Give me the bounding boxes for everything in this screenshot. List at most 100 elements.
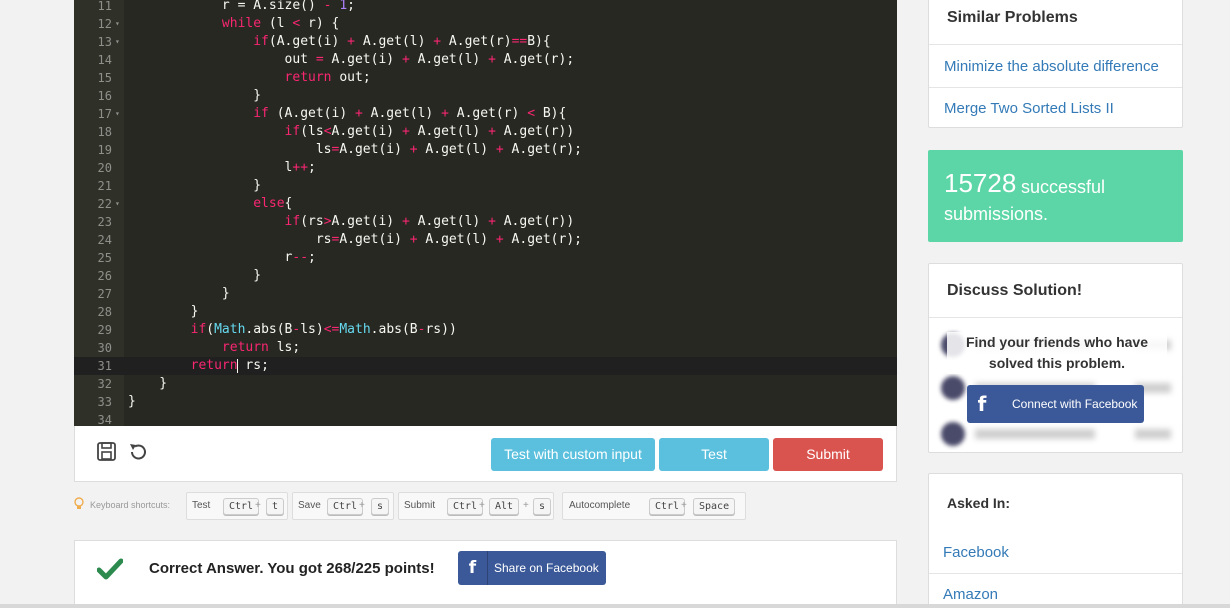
find-friends-text: Find your friends who have solved this p…: [947, 332, 1167, 374]
code-editor[interactable]: 11 r = A.size() - 1; 12 ▾ while (l < r) {1…: [74, 0, 897, 426]
key-cap: s: [533, 498, 552, 515]
fold-arrow-icon[interactable]: ▾: [115, 33, 120, 51]
line-number: 12: [97, 17, 112, 31]
submission-count: 15728: [944, 168, 1017, 198]
code-line[interactable]: 23 if(rs>A.get(i) + A.get(l) + A.get(r)): [74, 213, 897, 231]
line-number: 21: [97, 179, 112, 193]
code-line[interactable]: 13 ▾ if(A.get(i) + A.get(l) + A.get(r)==B…: [74, 33, 897, 51]
code-text: if(rs>A.get(i) + A.get(l) + A.get(r)): [284, 214, 575, 229]
connect-facebook-button[interactable]: f Connect with Facebook: [967, 385, 1144, 423]
code-line[interactable]: 15 return out;: [74, 69, 897, 87]
code-text: if (A.get(i) + A.get(l) + A.get(r) < B){: [253, 106, 567, 121]
key-cap: Ctrl: [649, 498, 686, 515]
code-text: r = A.size() - 1;: [128, 0, 355, 13]
line-number: 11: [97, 0, 112, 13]
plus-sign: +: [479, 500, 485, 511]
line-number: 13: [97, 35, 112, 49]
code-line[interactable]: 17 ▾ if (A.get(i) + A.get(l) + A.get(r) <…: [74, 105, 897, 123]
fold-arrow-icon[interactable]: ▾: [115, 15, 120, 33]
code-text: }: [128, 304, 199, 319]
code-text: rs=A.get(i) + A.get(l) + A.get(r);: [128, 232, 582, 247]
editor-action-bar: Test with custom input Test Submit: [74, 426, 897, 482]
code-text: if(ls<A.get(i) + A.get(l) + A.get(r)): [284, 124, 575, 139]
fold-arrow-icon[interactable]: ▾: [115, 195, 120, 213]
line-number: 26: [97, 269, 112, 283]
key-cap: s: [371, 498, 390, 515]
key-cap: Ctrl: [327, 498, 364, 515]
line-number: 31: [97, 359, 112, 373]
code-line[interactable]: 20 l++;: [74, 159, 897, 177]
lightbulb-icon: [74, 497, 84, 511]
result-message: Correct Answer. You got 268/225 points!: [149, 560, 435, 577]
divider: [929, 87, 1182, 88]
code-line[interactable]: 30 return ls;: [74, 339, 897, 357]
code-line[interactable]: 32 }: [74, 375, 897, 393]
asked-in-title: Asked In:: [947, 495, 1011, 511]
facebook-icon: f: [977, 392, 987, 416]
shortcuts-title: Keyboard shortcuts:: [90, 500, 171, 510]
code-text: return ls;: [221, 340, 301, 355]
code-line[interactable]: 14 out = A.get(i) + A.get(l) + A.get(r);: [74, 51, 897, 69]
discuss-panel: Discuss Solution! Find your friends who …: [928, 263, 1183, 453]
viewport-edge: [0, 604, 1230, 608]
code-line[interactable]: 26 }: [74, 267, 897, 285]
company-link[interactable]: Amazon: [943, 586, 998, 603]
key-cap: Ctrl: [223, 498, 260, 515]
submission-stats: 15728 successful submissions.: [928, 150, 1183, 242]
test-button[interactable]: Test: [659, 438, 769, 471]
line-number: 32: [97, 377, 112, 391]
code-text: while (l < r) {: [221, 16, 340, 31]
similar-problems-title: Similar Problems: [947, 9, 1078, 26]
code-line[interactable]: 29 if(Math.abs(B-ls)<=Math.abs(B-rs)): [74, 321, 897, 339]
code-line[interactable]: 11 r = A.size() - 1;: [74, 0, 897, 15]
code-text: if(A.get(i) + A.get(l) + A.get(r)==B){: [253, 34, 551, 49]
divider: [929, 317, 1182, 318]
fold-arrow-icon[interactable]: ▾: [115, 105, 120, 123]
connect-facebook-label: Connect with Facebook: [1012, 397, 1138, 411]
code-line[interactable]: 21 }: [74, 177, 897, 195]
code-line[interactable]: 31 return rs;: [74, 357, 897, 375]
line-number: 24: [97, 233, 112, 247]
share-facebook-button[interactable]: f Share on Facebook: [458, 551, 606, 585]
submit-button[interactable]: Submit: [773, 438, 883, 471]
line-number: 23: [97, 215, 112, 229]
divider: [929, 44, 1182, 45]
code-text: }: [128, 376, 168, 391]
code-line[interactable]: 12 ▾ while (l < r) {: [74, 15, 897, 33]
line-number: 27: [97, 287, 112, 301]
line-number: 33: [97, 395, 112, 409]
plus-sign: +: [255, 500, 261, 511]
code-line[interactable]: 22 ▾ else{: [74, 195, 897, 213]
divider: [929, 573, 1182, 574]
code-text: ls=A.get(i) + A.get(l) + A.get(r);: [128, 142, 582, 157]
reset-icon[interactable]: [127, 441, 149, 463]
code-text: }: [128, 394, 136, 409]
checkmark-icon: [96, 557, 124, 581]
save-icon[interactable]: [96, 441, 118, 463]
code-line[interactable]: 18 if(ls<A.get(i) + A.get(l) + A.get(r)): [74, 123, 897, 141]
line-number: 29: [97, 323, 112, 337]
code-line[interactable]: 16 }: [74, 87, 897, 105]
test-custom-input-button[interactable]: Test with custom input: [491, 438, 655, 471]
company-link[interactable]: Facebook: [943, 544, 1009, 561]
code-line[interactable]: 33}: [74, 393, 897, 411]
page: 11 r = A.size() - 1; 12 ▾ while (l < r) {1…: [0, 0, 1230, 608]
code-line[interactable]: 28 }: [74, 303, 897, 321]
line-number: 25: [97, 251, 112, 265]
code-line[interactable]: 34: [74, 411, 897, 426]
code-line[interactable]: 25 r--;: [74, 249, 897, 267]
code-text: else{: [253, 196, 293, 211]
facebook-icon: f: [458, 551, 488, 585]
similar-problem-link[interactable]: Merge Two Sorted Lists II: [944, 100, 1114, 117]
code-line[interactable]: 19 ls=A.get(i) + A.get(l) + A.get(r);: [74, 141, 897, 159]
code-line[interactable]: 27 }: [74, 285, 897, 303]
share-facebook-label: Share on Facebook: [494, 561, 599, 575]
line-number: 18: [97, 125, 112, 139]
key-cap: Space: [693, 498, 736, 515]
shortcut-submit: Submit Ctrl + Alt + s: [398, 492, 554, 520]
shortcut-name: Test: [192, 500, 211, 511]
code-text: if(Math.abs(B-ls)<=Math.abs(B-rs)): [190, 322, 457, 337]
code-line[interactable]: 24 rs=A.get(i) + A.get(l) + A.get(r);: [74, 231, 897, 249]
line-number: 19: [97, 143, 112, 157]
similar-problem-link[interactable]: Minimize the absolute difference: [944, 58, 1159, 75]
